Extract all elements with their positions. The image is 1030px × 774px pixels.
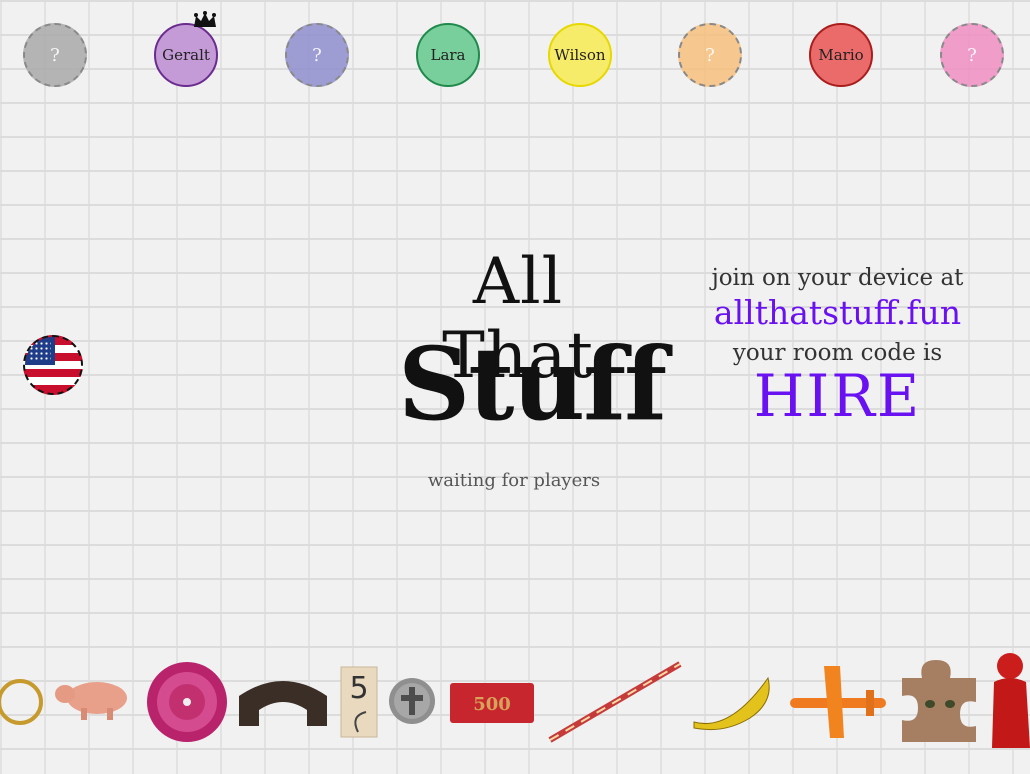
player-slot-mario[interactable]: Mario xyxy=(809,23,873,87)
player-slots: ? Geralt ? Lara Wilson ? Mario ? xyxy=(0,11,1030,93)
pig-item xyxy=(55,682,127,720)
player-slot-lara[interactable]: Lara xyxy=(416,23,480,87)
status-text: waiting for players xyxy=(427,470,601,491)
player-slot-label: Wilson xyxy=(554,46,606,64)
toy-airplane-item xyxy=(790,666,886,738)
join-url[interactable]: allthatstuff.fun xyxy=(700,293,975,332)
game-title-line2: Stuff xyxy=(398,325,667,443)
cross-coin-item xyxy=(389,678,435,724)
500-note-item: 500 xyxy=(450,683,534,723)
svg-text:5: 5 xyxy=(349,671,368,706)
red-figurine-item xyxy=(992,653,1030,748)
player-slot-empty[interactable]: ? xyxy=(678,23,742,87)
number-tile-item: 5 xyxy=(340,666,378,738)
pink-flower-item xyxy=(147,662,227,742)
player-slot-label: Mario xyxy=(818,46,864,64)
player-slot-geralt[interactable]: Geralt xyxy=(154,11,218,87)
player-slot-label: ? xyxy=(705,44,715,66)
cat-puzzle-piece-item xyxy=(902,660,976,742)
crown-icon xyxy=(194,11,216,27)
player-slot-label: Geralt xyxy=(162,46,210,64)
svg-text:500: 500 xyxy=(473,694,511,715)
room-code: HIRE xyxy=(753,362,922,430)
player-slot-wilson[interactable]: Wilson xyxy=(548,23,612,87)
stick-item xyxy=(548,661,682,743)
player-slot-label: ? xyxy=(50,44,60,66)
player-slot-label: ? xyxy=(312,44,322,66)
arch-block-item xyxy=(239,681,327,726)
banana-item xyxy=(693,676,770,731)
player-slot-empty[interactable]: ? xyxy=(285,23,349,87)
player-slot-empty[interactable]: ? xyxy=(940,23,1004,87)
join-instruction: join on your device at xyxy=(711,265,964,291)
join-panel: join on your device at allthatstuff.fun … xyxy=(700,265,975,430)
flag-canton xyxy=(25,337,55,365)
player-slot-label: ? xyxy=(967,44,977,66)
player-slot-empty[interactable]: ? xyxy=(23,23,87,87)
ring-item xyxy=(0,679,43,725)
flag-stars xyxy=(29,341,51,361)
player-slot-label: Lara xyxy=(430,46,466,64)
us-flag-icon[interactable] xyxy=(23,335,83,395)
items-tray: 5 500 xyxy=(0,650,1030,760)
